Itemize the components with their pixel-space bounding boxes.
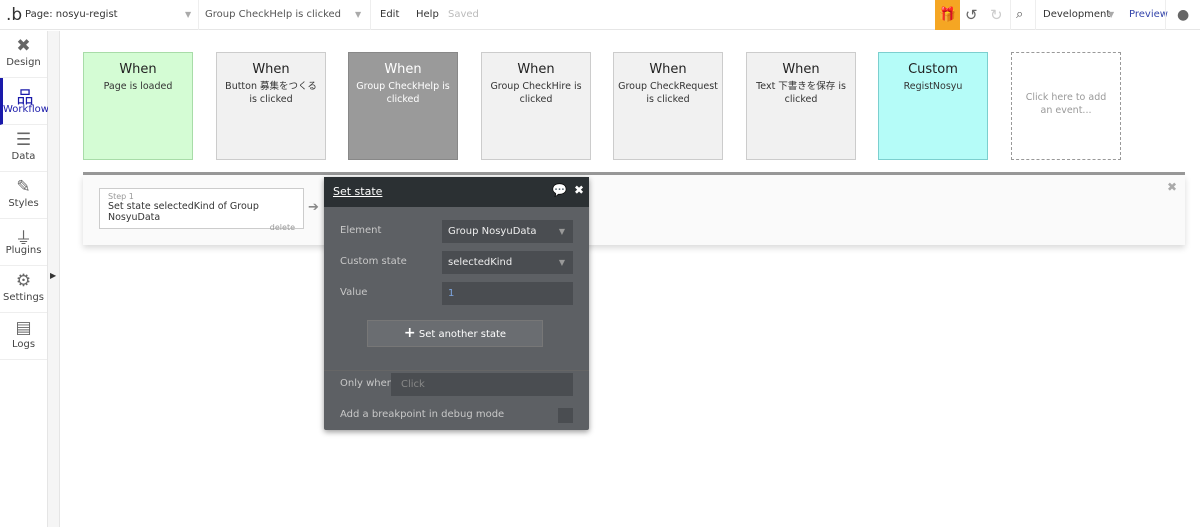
sidebar-item-label: Styles bbox=[8, 198, 39, 209]
event-type: Custom bbox=[908, 62, 958, 77]
sidebar-item-label: Settings bbox=[2, 292, 44, 303]
comment-icon[interactable]: 💬 bbox=[552, 183, 567, 197]
sidebar-item-label: Data bbox=[11, 151, 36, 162]
sidebar-item-label: Design bbox=[6, 57, 41, 68]
document-icon: ▤ bbox=[15, 318, 32, 338]
event-description: Button 募集をつくる is clicked bbox=[225, 81, 317, 105]
close-icon[interactable]: ✖ bbox=[574, 183, 584, 197]
sidebar-item-styles[interactable]: ✎ Styles bbox=[0, 172, 47, 219]
breakpoint-label: Add a breakpoint in debug mode bbox=[340, 409, 505, 420]
event-card[interactable]: When Text 下書きを保存 is clicked bbox=[746, 52, 856, 160]
sidebar-item-logs[interactable]: ▤ Logs bbox=[0, 313, 47, 360]
sidebar-item-settings[interactable]: ⚙ Settings bbox=[0, 266, 47, 313]
sidebar-item-plugins[interactable]: ⏚ Plugins bbox=[0, 219, 47, 266]
event-type: When bbox=[384, 62, 422, 77]
edit-menu[interactable]: Edit bbox=[380, 0, 399, 30]
event-card[interactable]: When Group CheckHire is clicked bbox=[481, 52, 591, 160]
sidebar-collapse-strip[interactable]: ▶ bbox=[48, 31, 60, 527]
value-label: Value bbox=[340, 287, 368, 298]
event-type: When bbox=[252, 62, 290, 77]
plug-icon: ⏚ bbox=[15, 229, 32, 249]
redo-icon[interactable]: ↻ bbox=[990, 0, 1003, 30]
chevron-down-icon: ▼ bbox=[558, 227, 565, 236]
event-description: Text 下書きを保存 is clicked bbox=[756, 81, 846, 105]
search-icon[interactable]: ⌕ bbox=[1016, 0, 1023, 30]
brush-icon: ✎ bbox=[16, 177, 31, 197]
event-description: Group CheckRequest is clicked bbox=[618, 81, 718, 105]
only-when-label: Only when bbox=[340, 378, 394, 389]
sidebar-item-label: Workflow bbox=[3, 104, 49, 115]
value-input[interactable]: 1 bbox=[442, 282, 573, 305]
custom-state-dropdown[interactable]: selectedKind ▼ bbox=[442, 251, 573, 274]
sidebar-item-data[interactable]: ☰ Data bbox=[0, 125, 47, 172]
event-card[interactable]: When Group CheckHelp is clicked bbox=[348, 52, 458, 160]
set-another-state-label: Set another state bbox=[418, 329, 507, 340]
user-avatar-icon[interactable]: ● bbox=[1177, 0, 1189, 30]
event-card[interactable]: When Page is loaded bbox=[83, 52, 193, 160]
event-type: When bbox=[649, 62, 687, 77]
saved-status: Saved bbox=[448, 9, 479, 20]
step-1-card[interactable]: Step 1 Set state selectedKind of Group N… bbox=[99, 188, 304, 232]
bubble-logo[interactable]: .b bbox=[6, 0, 22, 30]
preview-button[interactable]: Preview bbox=[1129, 0, 1168, 30]
gift-icon[interactable]: 🎁 bbox=[935, 0, 960, 30]
help-menu[interactable]: Help bbox=[416, 0, 439, 30]
workflow-steps-panel: Step 1 Set state selectedKind of Group N… bbox=[83, 175, 1185, 245]
plus-icon: + bbox=[403, 325, 416, 341]
event-card[interactable]: Custom RegistNosyu bbox=[878, 52, 988, 160]
sidebar-item-label: Logs bbox=[11, 339, 36, 350]
event-card[interactable]: When Button 募集をつくる is clicked bbox=[216, 52, 326, 160]
undo-icon[interactable]: ↺ bbox=[965, 0, 978, 30]
page-selector[interactable]: Page: nosyu-regist bbox=[25, 0, 118, 30]
sidebar-item-design[interactable]: ✖ Design bbox=[0, 31, 47, 78]
workflow-icon: 品 bbox=[16, 88, 34, 108]
delete-step-link[interactable]: delete bbox=[108, 223, 295, 232]
sidebar: ✖ Design 品 Workflow ☰ Data ✎ Styles ⏚ Plugins… bbox=[0, 31, 49, 527]
arrow-right-icon: ➔ bbox=[308, 200, 319, 215]
step-number: Step 1 bbox=[108, 192, 134, 201]
element-dropdown[interactable]: Group NosyuData ▼ bbox=[442, 220, 573, 243]
event-description: Group CheckHire is clicked bbox=[490, 81, 582, 105]
only-when-input[interactable]: Click bbox=[391, 373, 573, 396]
close-panel-icon[interactable]: ✖ bbox=[1167, 180, 1177, 194]
sidebar-item-label: Plugins bbox=[5, 245, 42, 256]
sidebar-item-workflow[interactable]: 品 Workflow bbox=[0, 78, 49, 125]
event-description: Group CheckHelp is clicked bbox=[356, 81, 450, 105]
element-label: Element bbox=[340, 225, 382, 236]
chevron-down-icon[interactable]: ▼ bbox=[185, 0, 191, 30]
environment-selector[interactable]: Development bbox=[1043, 0, 1110, 30]
event-type: When bbox=[782, 62, 820, 77]
event-description: Page is loaded bbox=[103, 81, 173, 92]
database-icon: ☰ bbox=[15, 130, 32, 150]
popup-title[interactable]: Set state bbox=[333, 185, 382, 198]
chevron-down-icon[interactable]: ▼ bbox=[1108, 0, 1114, 30]
event-type: When bbox=[517, 62, 555, 77]
add-event-label: Click here to add an event... bbox=[1025, 92, 1107, 116]
step-text: Set state selectedKind of Group NosyuDat… bbox=[108, 201, 259, 223]
event-card[interactable]: When Group CheckRequest is clicked bbox=[613, 52, 723, 160]
gear-icon: ⚙ bbox=[15, 271, 32, 291]
custom-state-value: selectedKind bbox=[448, 257, 513, 268]
add-event-card[interactable]: Click here to add an event... bbox=[1011, 52, 1121, 160]
set-another-state-button[interactable]: + Set another state bbox=[367, 320, 543, 347]
design-icon: ✖ bbox=[16, 36, 31, 56]
set-state-popup: Set state 💬 ✖ Element Group NosyuData ▼ C… bbox=[324, 177, 589, 430]
expand-arrow-icon[interactable]: ▶ bbox=[50, 271, 56, 280]
top-bar: .b Page: nosyu-regist ▼ Group CheckHelp … bbox=[0, 0, 1200, 30]
event-selector[interactable]: Group CheckHelp is clicked bbox=[205, 0, 341, 30]
chevron-down-icon: ▼ bbox=[558, 258, 565, 267]
element-value: Group NosyuData bbox=[448, 226, 537, 237]
event-description: RegistNosyu bbox=[903, 81, 963, 92]
event-type: When bbox=[119, 62, 157, 77]
custom-state-label: Custom state bbox=[340, 256, 407, 267]
chevron-down-icon[interactable]: ▼ bbox=[355, 0, 361, 30]
breakpoint-checkbox[interactable] bbox=[558, 408, 573, 423]
